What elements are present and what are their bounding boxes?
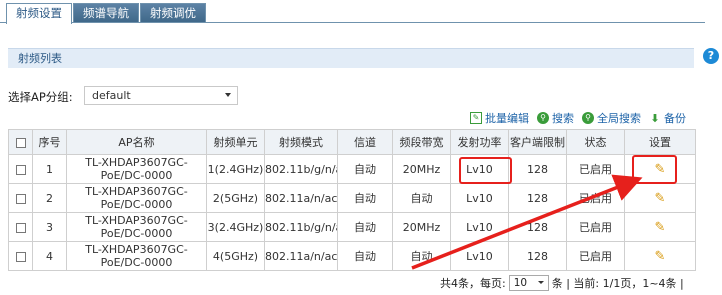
- annotation-arrow: [411, 174, 643, 270]
- tab-radio-settings[interactable]: 射频设置: [6, 3, 72, 24]
- per-page-value: 10: [513, 277, 528, 289]
- per-page-select[interactable]: 10: [508, 275, 549, 291]
- pagination: 共4条，每页: 10 条 | 当前: 1/1页，1~4条 |: [440, 275, 684, 291]
- chevron-down-icon: [537, 281, 544, 284]
- pager-total: 共4条，每页:: [440, 277, 506, 290]
- pager-status: 条 | 当前: 1/1页，1~4条 |: [551, 277, 684, 290]
